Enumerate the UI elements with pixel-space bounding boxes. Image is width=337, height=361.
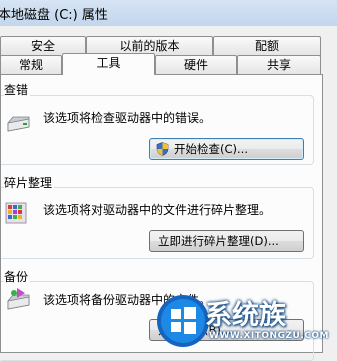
error-check-title: 查错 [4, 81, 31, 98]
defragment-now-button[interactable]: 立即进行碎片整理(D)... [149, 230, 304, 252]
shield-icon [156, 142, 169, 156]
error-check-description: 该选项将检查驱动器中的错误。 [43, 111, 212, 125]
tab-sharing[interactable]: 共享 [237, 55, 321, 75]
backup-icon [7, 288, 30, 310]
tab-general[interactable]: 常规 [0, 55, 62, 75]
watermark-brand: 系统族 [205, 300, 286, 331]
watermark: 系统族 WWW.XITONGZU.COM [137, 289, 337, 353]
defrag-title: 碎片整理 [4, 174, 55, 191]
tab-quota[interactable]: 配额 [213, 36, 321, 56]
tab-hardware[interactable]: 硬件 [155, 55, 237, 75]
defrag-icon [5, 202, 27, 224]
watermark-url: WWW.XITONGZU.COM [209, 331, 329, 341]
window-title: 本地磁盘 (C:) 属性 [0, 8, 108, 23]
check-now-button[interactable]: 开始检查(C)... [149, 138, 304, 160]
windows-logo-icon [157, 295, 209, 347]
tab-tools[interactable]: 工具 [62, 53, 155, 75]
hard-drive-icon [7, 116, 30, 132]
defrag-description: 该选项将对驱动器中的文件进行碎片整理。 [43, 203, 272, 217]
backup-title: 备份 [4, 268, 31, 285]
title-bar: 本地磁盘 (C:) 属性 [0, 0, 337, 26]
